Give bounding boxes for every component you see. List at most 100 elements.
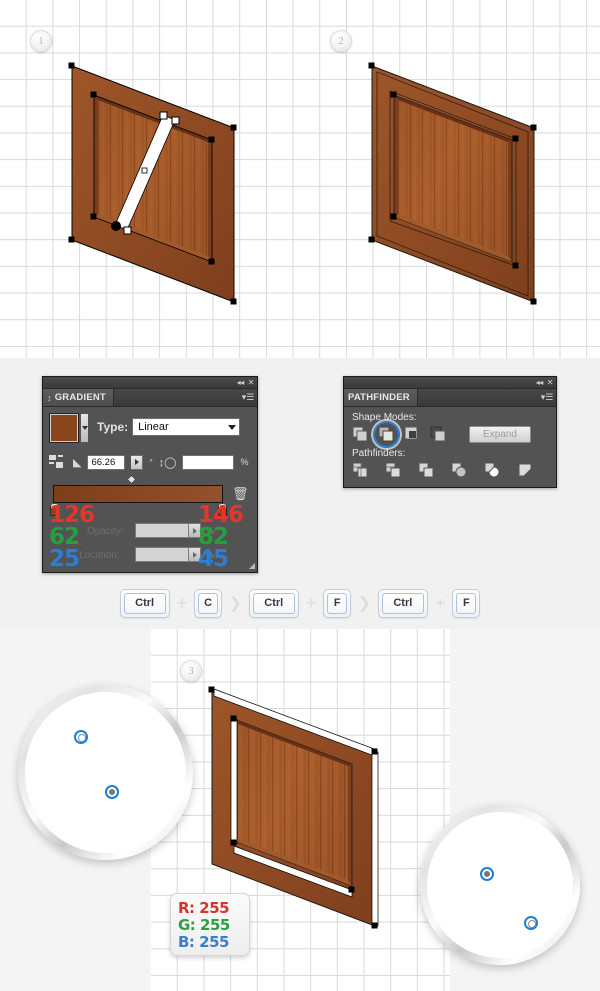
delete-stop-icon[interactable]: 🗑: [232, 486, 249, 502]
key-ctrl-2[interactable]: Ctrl: [248, 588, 299, 618]
crop-icon[interactable]: [451, 462, 468, 479]
key-ctrl-1[interactable]: Ctrl: [119, 588, 170, 618]
anchor-highlight-mid-right[interactable]: [480, 867, 494, 881]
panel-menu-icon[interactable]: ▾☰: [538, 389, 556, 406]
left-stop-blue-value: 25: [49, 546, 80, 572]
pathfinders-row: [352, 462, 550, 479]
angle-icon: ◣: [73, 456, 82, 469]
key-c[interactable]: C: [194, 588, 223, 618]
trim-icon[interactable]: [385, 462, 402, 479]
outline-icon[interactable]: [484, 462, 501, 479]
illustration-step-1: [50, 50, 260, 310]
rgb-blue-label: B: 255: [178, 933, 229, 951]
reverse-gradient-icon[interactable]: [49, 455, 67, 469]
pathfinder-panel-tabrow: PATHFINDER ▾☰: [344, 389, 556, 407]
pathfinder-panel[interactable]: ◂◂ ✕ PATHFINDER ▾☰ Shape Modes: Expand P…: [343, 376, 557, 488]
gradient-type-label: Type:: [97, 420, 129, 434]
gradient-panel[interactable]: ◂◂ ✕ ↕ GRADIENT ▾☰ Type: Linear ◣ 66.26 …: [42, 376, 258, 573]
aspect-percent-symbol: %: [240, 457, 249, 467]
exclude-icon[interactable]: [430, 426, 447, 443]
collapse-icon[interactable]: ◂◂: [536, 378, 544, 387]
plus-icon-1: +: [176, 593, 188, 613]
expand-button[interactable]: Expand: [469, 426, 531, 443]
close-icon[interactable]: ✕: [547, 378, 554, 387]
magnifier-right-content: [427, 812, 573, 958]
rgb-green-label: G: 255: [178, 916, 230, 934]
gradient-panel-topbar: ◂◂ ✕: [43, 377, 257, 389]
tab-pathfinder[interactable]: PATHFINDER: [344, 389, 418, 406]
opacity-input[interactable]: [135, 523, 189, 538]
right-stop-green-value: 82: [198, 524, 229, 550]
key-label: C: [198, 592, 219, 614]
key-ctrl-3[interactable]: Ctrl: [377, 588, 428, 618]
key-f-2[interactable]: F: [452, 588, 481, 618]
key-f-1[interactable]: F: [323, 588, 352, 618]
gradient-angle-stepper[interactable]: [131, 454, 144, 470]
shape-modes-row: Expand: [352, 421, 550, 448]
tabrow-filler: [418, 389, 538, 406]
rgb-red-label: R: 255: [178, 899, 230, 917]
gradient-panel-tabrow: ↕ GRADIENT ▾☰: [43, 389, 257, 407]
gradient-preset-dropdown[interactable]: [80, 413, 89, 443]
anchor-highlight-bottom-right[interactable]: [524, 916, 538, 930]
intersect-icon[interactable]: [404, 426, 421, 443]
gradient-preview-swatch[interactable]: [49, 413, 79, 443]
tabrow-filler: [114, 389, 239, 406]
right-stop-blue-value: 45: [198, 546, 229, 572]
key-label: F: [456, 592, 477, 614]
divide-icon[interactable]: [352, 462, 369, 479]
gradient-angle-input[interactable]: 66.26: [87, 454, 126, 470]
plus-icon-3: +: [434, 593, 446, 613]
degree-symbol: °: [149, 457, 153, 467]
aspect-ratio-icon: ↕◯: [158, 456, 177, 469]
key-label: Ctrl: [381, 592, 424, 614]
magnifier-right: [420, 805, 580, 965]
pathfinders-label: Pathfinders:: [352, 448, 406, 459]
gradient-type-value: Linear: [138, 421, 169, 433]
panel-menu-icon[interactable]: ▾☰: [239, 389, 257, 406]
magnifier-left: [18, 685, 193, 860]
gradient-ramp[interactable]: [53, 485, 223, 503]
chevron-down-icon: [81, 426, 88, 430]
gradient-angle-row: ◣ 66.26 ° ↕◯ %: [49, 452, 251, 472]
plus-icon-2: +: [305, 593, 317, 613]
grip-icon: ↕: [47, 392, 52, 403]
gradient-midpoint-handle[interactable]: [126, 474, 137, 485]
location-label: Location:: [79, 550, 120, 561]
anchor-highlight-bottom-left[interactable]: [105, 785, 119, 799]
panel-resize-grip[interactable]: ◢: [249, 561, 255, 570]
arrow-separator-2: ❯: [358, 594, 371, 612]
key-label: Ctrl: [123, 592, 166, 614]
location-input[interactable]: [135, 547, 189, 562]
gradient-aspect-input[interactable]: [182, 454, 235, 470]
collapse-icon[interactable]: ◂◂: [237, 378, 245, 387]
gradient-type-row: Type: Linear: [49, 413, 251, 447]
tab-gradient[interactable]: ↕ GRADIENT: [43, 389, 114, 406]
right-stop-red-value: 146: [198, 502, 244, 528]
unite-icon[interactable]: [352, 426, 369, 443]
gradient-panel-title: GRADIENT: [54, 392, 106, 403]
anchor-highlight-top-left[interactable]: [74, 730, 88, 744]
arrow-separator-1: ❯: [229, 594, 242, 612]
left-stop-red-value: 126: [49, 502, 95, 528]
selected-mode-highlight: [373, 421, 400, 448]
merge-icon[interactable]: [418, 462, 435, 479]
minus-front-icon[interactable]: [373, 421, 400, 448]
step-badge-3: 3: [180, 660, 202, 682]
screenshot-root: 1 2 ◂◂ ✕ ↕ GRADIENT ▾☰ Type: Linear ◣ 66…: [0, 0, 600, 991]
step-badge-2: 2: [330, 30, 352, 52]
gradient-type-select[interactable]: Linear: [132, 418, 241, 436]
illustration-step-2: [350, 50, 550, 310]
key-label: F: [327, 592, 348, 614]
close-icon[interactable]: ✕: [248, 378, 255, 387]
pathfinder-panel-topbar: ◂◂ ✕: [344, 377, 556, 389]
rgb-value-card: R: 255 G: 255 B: 255: [170, 893, 250, 956]
chevron-down-icon: [228, 424, 237, 430]
minus-back-icon[interactable]: [517, 462, 534, 479]
magnifier-left-content: [25, 692, 186, 853]
key-label: Ctrl: [252, 592, 295, 614]
pathfinder-panel-body: Shape Modes: Expand Pathfinders:: [344, 407, 556, 482]
left-stop-green-value: 62: [49, 524, 80, 550]
pathfinder-panel-title: PATHFINDER: [348, 392, 410, 403]
step-badge-1: 1: [30, 30, 52, 52]
